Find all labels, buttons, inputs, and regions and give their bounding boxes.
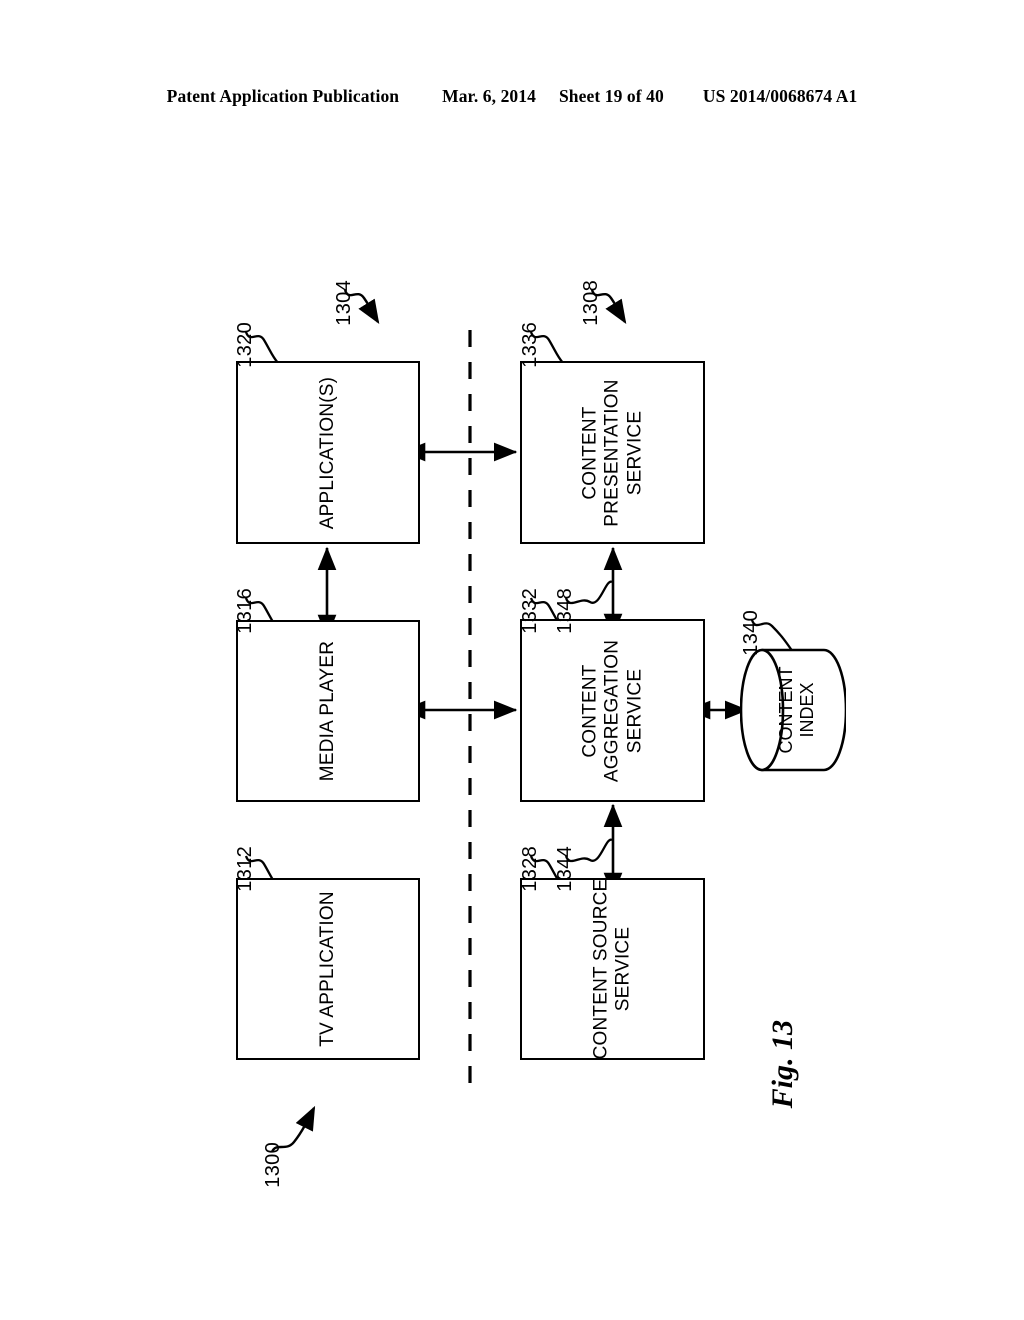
node-content-aggregation-service[interactable]: CONTENT AGGREGATION SERVICE [520,619,705,802]
ref-1328: 1328 [519,846,541,892]
ref-1340: 1340 [740,610,762,656]
node-content-presentation-service-label: CONTENT PRESENTATION SERVICE [578,378,645,527]
ref-1308: 1308 [580,280,602,326]
ref-1312: 1312 [234,846,256,892]
ref-1300: 1300 [262,1142,284,1188]
ref-1316: 1316 [234,588,256,634]
diagram-vector-layer [244,289,794,1153]
ref-1320: 1320 [234,322,256,368]
ref-1332: 1332 [519,588,541,634]
node-content-index[interactable]: CONTENT INDEX [740,648,846,772]
ref-1336: 1336 [519,322,541,368]
node-content-presentation-service[interactable]: CONTENT PRESENTATION SERVICE [520,361,705,544]
node-media-player-label: MEDIA PLAYER [316,640,338,782]
ref-1348: 1348 [554,588,576,634]
node-applications-label: APPLICATION(S) [316,376,338,529]
node-applications[interactable]: APPLICATION(S) [236,361,420,544]
node-content-source-service-label: CONTENT SOURCE SERVICE [590,878,634,1060]
node-tv-application-label: TV APPLICATION [316,891,338,1047]
figure-13-diagram: APPLICATION(S) MEDIA PLAYER TV APPLICATI… [0,0,1024,1320]
node-content-index-label: CONTENT INDEX [776,666,818,754]
node-content-source-service[interactable]: CONTENT SOURCE SERVICE [520,878,705,1060]
ref-1304: 1304 [333,280,355,326]
node-tv-application[interactable]: TV APPLICATION [236,878,420,1060]
figure-caption: Fig. 13 [766,1020,799,1109]
ref-1344: 1344 [554,846,576,892]
node-content-aggregation-service-label: CONTENT AGGREGATION SERVICE [578,639,645,782]
node-media-player[interactable]: MEDIA PLAYER [236,620,420,802]
